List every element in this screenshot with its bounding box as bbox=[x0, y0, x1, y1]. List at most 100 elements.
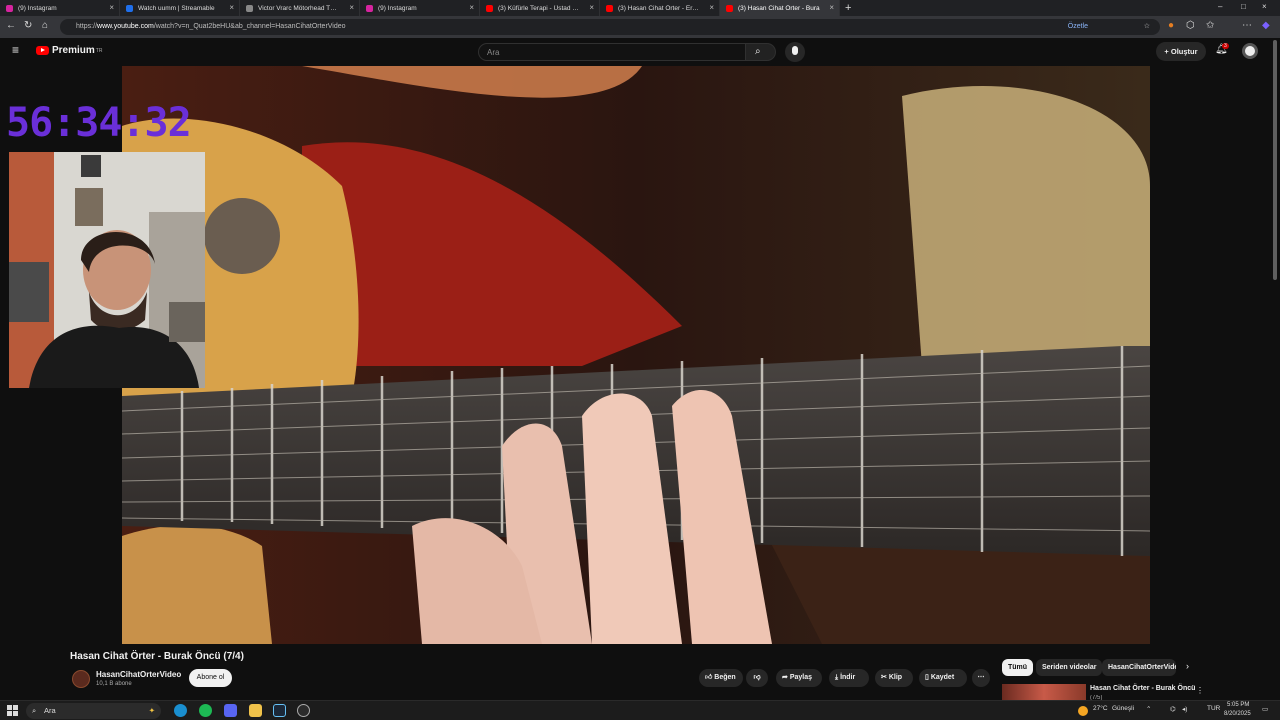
taskbar: ⌕ Ara ✦ 27°C Güneşli ⌃ ⌬ ◂) TUR 5:05 PM … bbox=[0, 700, 1280, 720]
notification-center-icon[interactable]: ▭ bbox=[1262, 705, 1268, 713]
tab-youtube-1[interactable]: (3) Küfürle Terapi - Üstad Dr. Has× bbox=[480, 0, 600, 16]
subscribe-button[interactable]: Abone ol bbox=[189, 669, 232, 687]
thumbs-down-icon: 👎︎ bbox=[753, 674, 761, 681]
related-more-icon[interactable]: ⋮ bbox=[1196, 686, 1204, 695]
youtube-icon bbox=[486, 4, 493, 12]
discord-icon[interactable] bbox=[224, 704, 237, 717]
page-scrollbar[interactable] bbox=[1273, 40, 1277, 280]
taskbar-search[interactable]: ⌕ Ara ✦ bbox=[26, 703, 161, 719]
logo-region: TR bbox=[95, 47, 103, 54]
tab-streamable[interactable]: Watch uumm | Streamable × bbox=[120, 0, 240, 16]
extension-icon[interactable]: ⬡ bbox=[1186, 20, 1195, 31]
more-actions-button[interactable]: ⋯ bbox=[972, 669, 990, 687]
like-button[interactable]: 👍︎ Beğen bbox=[699, 669, 743, 687]
bookmark-icon: ▯ bbox=[925, 674, 929, 681]
channel-name[interactable]: HasanCihatOrterVideo bbox=[96, 670, 181, 679]
tab-instagram-2[interactable]: (9) Instagram × bbox=[360, 0, 480, 16]
microphone-icon bbox=[792, 46, 798, 55]
search-button[interactable]: ⌕ bbox=[746, 43, 776, 61]
close-icon[interactable]: × bbox=[829, 3, 834, 12]
clock-date[interactable]: 8/20/2025 bbox=[1224, 711, 1251, 717]
clip-button[interactable]: ✂ Klip bbox=[875, 669, 913, 687]
weather-icon bbox=[1078, 706, 1088, 716]
summarize-label[interactable]: Özetle bbox=[1068, 19, 1088, 35]
weather-desc[interactable]: Güneşli bbox=[1112, 705, 1134, 712]
close-window-icon[interactable]: × bbox=[1262, 2, 1267, 11]
browser-tab-strip: (9) Instagram × Watch uumm | Streamable × … bbox=[0, 0, 1280, 16]
share-button[interactable]: ➦ Paylaş bbox=[776, 669, 822, 687]
address-bar-row: ← ↻ ⌂ https://www.youtube.com/watch?v=n_… bbox=[0, 16, 1280, 38]
search-icon: ⌕ bbox=[755, 46, 761, 57]
copilot-icon[interactable]: ◆ bbox=[1262, 20, 1270, 31]
subscriber-count: 10,1 B abone bbox=[96, 681, 132, 687]
chip-series[interactable]: Seriden videolar bbox=[1036, 659, 1103, 676]
new-tab-button[interactable]: + bbox=[840, 0, 860, 16]
save-button[interactable]: ▯ Kaydet bbox=[919, 669, 967, 687]
app-icon[interactable] bbox=[297, 704, 310, 717]
tab-youtube-active[interactable]: (3) Hasan Cihat Örter - Bura × bbox=[720, 0, 840, 16]
download-button[interactable]: ⤓ İndir bbox=[829, 669, 869, 687]
close-icon[interactable]: × bbox=[109, 3, 114, 12]
scissors-icon: ✂ bbox=[881, 674, 887, 681]
edge-icon[interactable] bbox=[174, 704, 187, 717]
tab-victor[interactable]: Victor Vrarc Mötorhead Through× bbox=[240, 0, 360, 16]
page-icon bbox=[246, 4, 253, 12]
thumbs-up-icon: 👍︎ bbox=[705, 674, 713, 681]
share-icon: ➦ bbox=[782, 674, 788, 681]
menu-icon[interactable]: ≡ bbox=[12, 43, 19, 57]
youtube-masthead: ≡ Premium TR Ara ⌕ + Oluştur 🔔︎ 3 bbox=[0, 38, 1280, 65]
stream-timer: 56:34:32 bbox=[6, 100, 192, 146]
youtube-icon bbox=[726, 4, 733, 12]
windows-start-icon[interactable] bbox=[7, 705, 18, 716]
channel-avatar[interactable] bbox=[72, 670, 90, 688]
maximize-icon[interactable]: □ bbox=[1241, 2, 1246, 11]
file-explorer-icon[interactable] bbox=[249, 704, 262, 717]
video-player[interactable] bbox=[122, 66, 1150, 644]
spotify-icon[interactable] bbox=[199, 704, 212, 717]
extensions-icon[interactable]: ● bbox=[1168, 20, 1174, 31]
steam-icon[interactable] bbox=[273, 704, 286, 717]
webcam-frame bbox=[9, 152, 205, 388]
related-title[interactable]: Hasan Cihat Örter - Burak Öncü bbox=[1090, 685, 1195, 692]
youtube-play-icon bbox=[36, 46, 49, 55]
related-thumbnail[interactable] bbox=[1002, 684, 1086, 700]
favorites-icon[interactable]: ✩ bbox=[1206, 20, 1214, 31]
language-indicator[interactable]: TUR bbox=[1207, 705, 1220, 712]
create-button[interactable]: + Oluştur bbox=[1156, 42, 1206, 61]
search-input[interactable]: Ara bbox=[478, 43, 746, 61]
volume-icon[interactable]: ◂) bbox=[1182, 705, 1187, 713]
minimize-icon[interactable]: – bbox=[1218, 2, 1222, 11]
tab-instagram-1[interactable]: (9) Instagram × bbox=[0, 0, 120, 16]
tray-chevron-icon[interactable]: ⌃ bbox=[1146, 705, 1151, 713]
youtube-logo[interactable]: Premium TR bbox=[36, 45, 102, 56]
more-icon[interactable]: ⋯ bbox=[1242, 20, 1252, 31]
copilot-sparkle-icon: ✦ bbox=[148, 706, 155, 715]
reload-icon[interactable]: ↻ bbox=[24, 20, 32, 31]
instagram-icon bbox=[6, 4, 13, 12]
weather-temp[interactable]: 27°C bbox=[1093, 705, 1108, 712]
network-icon[interactable]: ⌬ bbox=[1170, 705, 1176, 713]
tab-youtube-2[interactable]: (3) Hasan Cihat Örter - Erkin × bbox=[600, 0, 720, 16]
close-icon[interactable]: × bbox=[229, 3, 234, 12]
avatar[interactable] bbox=[1242, 43, 1258, 59]
dislike-button[interactable]: 👎︎ bbox=[746, 669, 768, 687]
close-icon[interactable]: × bbox=[589, 3, 594, 12]
close-icon[interactable]: × bbox=[709, 3, 714, 12]
instagram-icon bbox=[366, 4, 373, 12]
home-icon[interactable]: ⌂ bbox=[42, 20, 48, 31]
webcam-overlay bbox=[9, 152, 205, 388]
chip-all[interactable]: Tümü bbox=[1002, 659, 1034, 676]
close-icon[interactable]: × bbox=[349, 3, 354, 12]
voice-search-button[interactable] bbox=[785, 42, 805, 62]
url-field[interactable]: https://www.youtube.com/watch?v=n_Quat2b… bbox=[60, 19, 1160, 35]
star-icon[interactable]: ☆ bbox=[1144, 19, 1150, 35]
close-icon[interactable]: × bbox=[469, 3, 474, 12]
chevron-right-icon[interactable]: › bbox=[1186, 661, 1189, 671]
chip-channel[interactable]: HasanCihatOrterVideo bbox=[1102, 659, 1176, 676]
more-icon: ⋯ bbox=[977, 674, 985, 681]
back-icon[interactable]: ← bbox=[6, 20, 16, 31]
clock-time[interactable]: 5:05 PM bbox=[1227, 702, 1249, 708]
streamable-icon bbox=[126, 4, 133, 12]
download-icon: ⤓ bbox=[835, 674, 839, 681]
youtube-icon bbox=[606, 4, 613, 12]
